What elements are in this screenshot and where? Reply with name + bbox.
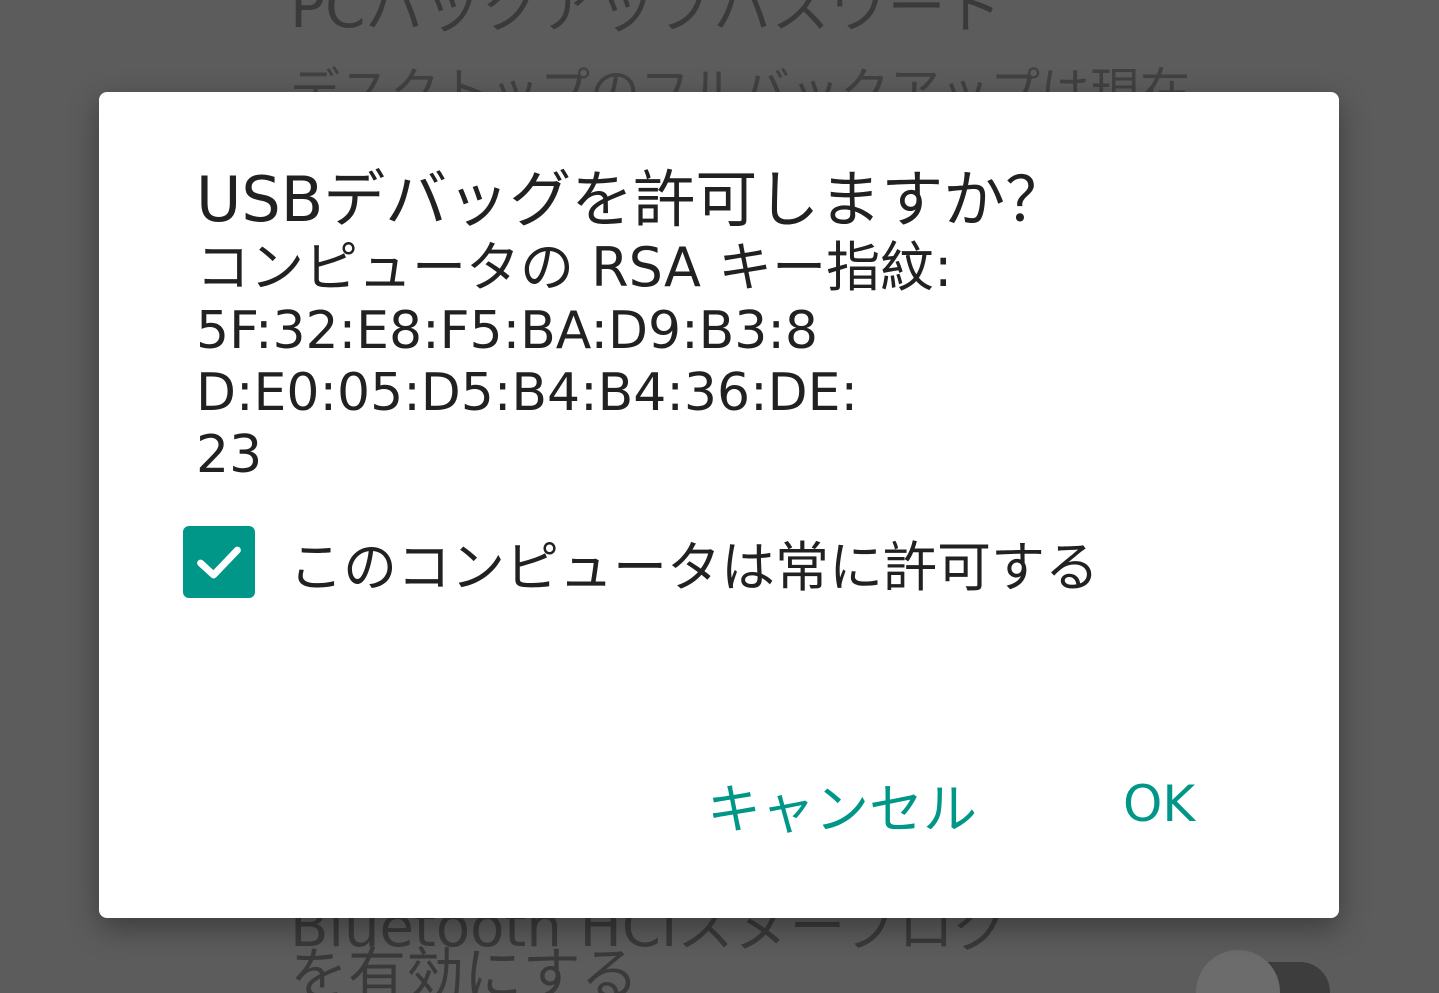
cancel-button[interactable]: キャンセル [707, 762, 977, 846]
usb-debugging-dialog: USBデバッグを許可しますか？ コンピュータの RSA キー指紋: 5F:32:… [99, 92, 1339, 918]
dialog-title: USBデバッグを許可しますか？ [196, 163, 1068, 236]
background-toggle-thumb [1196, 950, 1280, 993]
background-setting-title: PCバックアップパスワード [290, 0, 1004, 41]
always-allow-row[interactable]: このコンピュータは常に許可する [183, 522, 1099, 602]
always-allow-label: このコンピュータは常に許可する [289, 535, 1099, 599]
rsa-fingerprint-value: 5F:32:E8:F5:BA:D9:B3:8 D:E0:05:D5:B4:B4:… [196, 301, 859, 485]
dialog-actions: キャンセル OK [99, 762, 1339, 846]
dialog-message: USBデバッグを許可しますか？ コンピュータの RSA キー指紋: 5F:32:… [196, 164, 1256, 486]
checkmark-icon [197, 546, 241, 579]
background-setting-title-2-line-2: を有効にする [290, 941, 639, 993]
screen: PCバックアップパスワード デスクトップのフルバックアップは現在 Bluetoo… [0, 0, 1439, 993]
always-allow-checkbox[interactable] [183, 526, 255, 598]
ok-button[interactable]: OK [1123, 762, 1195, 846]
rsa-fingerprint-label: コンピュータの RSA キー指紋: [196, 236, 953, 299]
